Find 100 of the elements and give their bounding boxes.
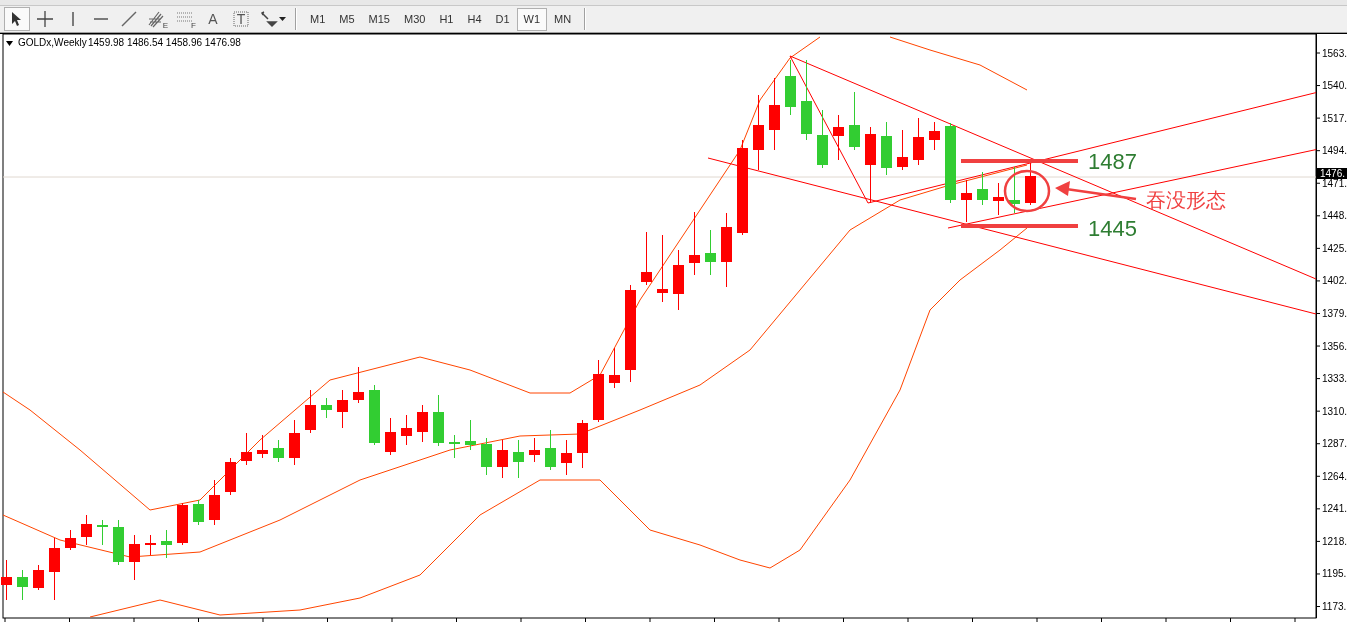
current-price-tag: 1476. <box>1317 168 1347 179</box>
candlestick <box>609 347 620 389</box>
price-label: 1310. <box>1322 405 1347 417</box>
candlestick <box>785 59 796 116</box>
price-label: 1173. <box>1322 601 1347 612</box>
candlestick <box>513 439 524 479</box>
candlestick <box>673 249 684 311</box>
price-label: 1402. <box>1322 275 1347 287</box>
candlestick <box>49 537 60 601</box>
candlestick <box>577 419 588 469</box>
price-label: 1471. <box>1322 177 1347 189</box>
candlestick <box>257 434 268 459</box>
candlestick <box>449 434 460 459</box>
level-label: 1487 <box>1088 149 1137 174</box>
timeframe-button[interactable]: M5 <box>332 7 362 31</box>
timeframe-button[interactable]: M30 <box>396 7 433 31</box>
candlestick <box>33 564 44 591</box>
candlestick <box>273 439 284 463</box>
candlestick <box>193 499 204 526</box>
price-label: 1287. <box>1322 438 1347 450</box>
candlestick <box>145 534 156 556</box>
symbol-label: GOLDx,Weekly <box>18 37 87 48</box>
candlestick <box>993 182 1004 216</box>
fibonacci-tool[interactable]: E <box>144 7 170 31</box>
candlestick <box>353 366 364 404</box>
price-label: 1195. <box>1322 568 1347 580</box>
price-label: 1356. <box>1322 340 1347 352</box>
price-label: 1448. <box>1322 210 1347 222</box>
candlestick <box>225 457 236 496</box>
candlestick <box>241 432 252 466</box>
trend-line-icon <box>119 9 139 29</box>
candlestick <box>481 437 492 476</box>
candlestick <box>385 417 396 456</box>
candlestick <box>497 439 508 479</box>
price-label: 1563. <box>1322 47 1347 59</box>
arrows-icon <box>259 9 279 29</box>
candlestick <box>369 384 380 446</box>
timeframe-button[interactable]: D1 <box>488 7 517 31</box>
candlestick <box>113 519 124 566</box>
candlestick <box>321 397 332 419</box>
candlestick <box>401 414 412 446</box>
candlestick <box>897 129 908 171</box>
timeframe-button[interactable]: H4 <box>460 7 489 31</box>
candlestick <box>81 514 92 546</box>
text-label-tool[interactable]: T <box>228 7 254 31</box>
horizontal-line-icon <box>93 17 109 21</box>
price-label: 1540. <box>1322 80 1347 92</box>
candlestick <box>817 109 828 169</box>
candlestick <box>849 91 860 151</box>
candlestick <box>433 394 444 447</box>
collapse-triangle-icon[interactable] <box>6 41 13 46</box>
text-label-icon <box>231 9 251 29</box>
candlestick <box>305 389 316 434</box>
timeframe-button[interactable]: M15 <box>361 7 397 31</box>
candlestick <box>705 229 716 276</box>
price-label: 1218. <box>1322 535 1347 547</box>
level-label: 1445 <box>1088 216 1137 241</box>
timeframe-button[interactable]: H1 <box>432 7 461 31</box>
candlestick <box>529 437 540 463</box>
candlestick <box>1 559 12 601</box>
candlestick <box>465 419 476 451</box>
pattern-note: 吞没形态 <box>1146 189 1226 211</box>
candlestick <box>657 234 668 303</box>
candlestick <box>417 404 428 443</box>
candlestick <box>161 529 172 559</box>
candlestick <box>337 389 348 429</box>
candlestick <box>977 171 988 206</box>
candlestick <box>593 359 604 423</box>
candlestick <box>65 529 76 551</box>
candlestick <box>129 534 140 581</box>
candlestick <box>689 211 700 276</box>
timeframe-button[interactable]: W1 <box>516 7 548 31</box>
candlestick <box>209 479 220 526</box>
candlestick <box>641 231 652 286</box>
crosshair-icon <box>35 9 55 29</box>
candlestick <box>545 429 556 471</box>
text-tool[interactable]: A <box>200 7 226 31</box>
highlight-circle <box>1003 169 1051 213</box>
candlestick <box>177 502 188 546</box>
grid-tool[interactable]: F <box>172 7 198 31</box>
timeframe-button[interactable]: M1 <box>303 7 333 31</box>
candlestick <box>961 179 972 223</box>
price-label: 1333. <box>1322 373 1347 385</box>
candlestick <box>1009 166 1020 214</box>
price-label: 1425. <box>1322 242 1347 254</box>
price-label: 1517. <box>1322 112 1347 124</box>
candlestick <box>881 121 892 176</box>
candlestick <box>561 439 572 476</box>
cursor-tool[interactable] <box>4 7 30 31</box>
candlestick <box>289 419 300 466</box>
timeframe-button[interactable]: MN <box>547 7 579 31</box>
candlestick <box>17 569 28 601</box>
candlestick <box>97 519 108 546</box>
candlestick <box>1025 162 1036 206</box>
ohlc-values: 1459.98 1486.54 1458.96 1476.98 <box>88 37 241 48</box>
candlestick <box>833 114 844 161</box>
price-label: 1379. <box>1322 308 1347 319</box>
candlestick <box>929 121 940 151</box>
vertical-line-icon <box>71 11 75 27</box>
candlestick <box>913 117 924 166</box>
